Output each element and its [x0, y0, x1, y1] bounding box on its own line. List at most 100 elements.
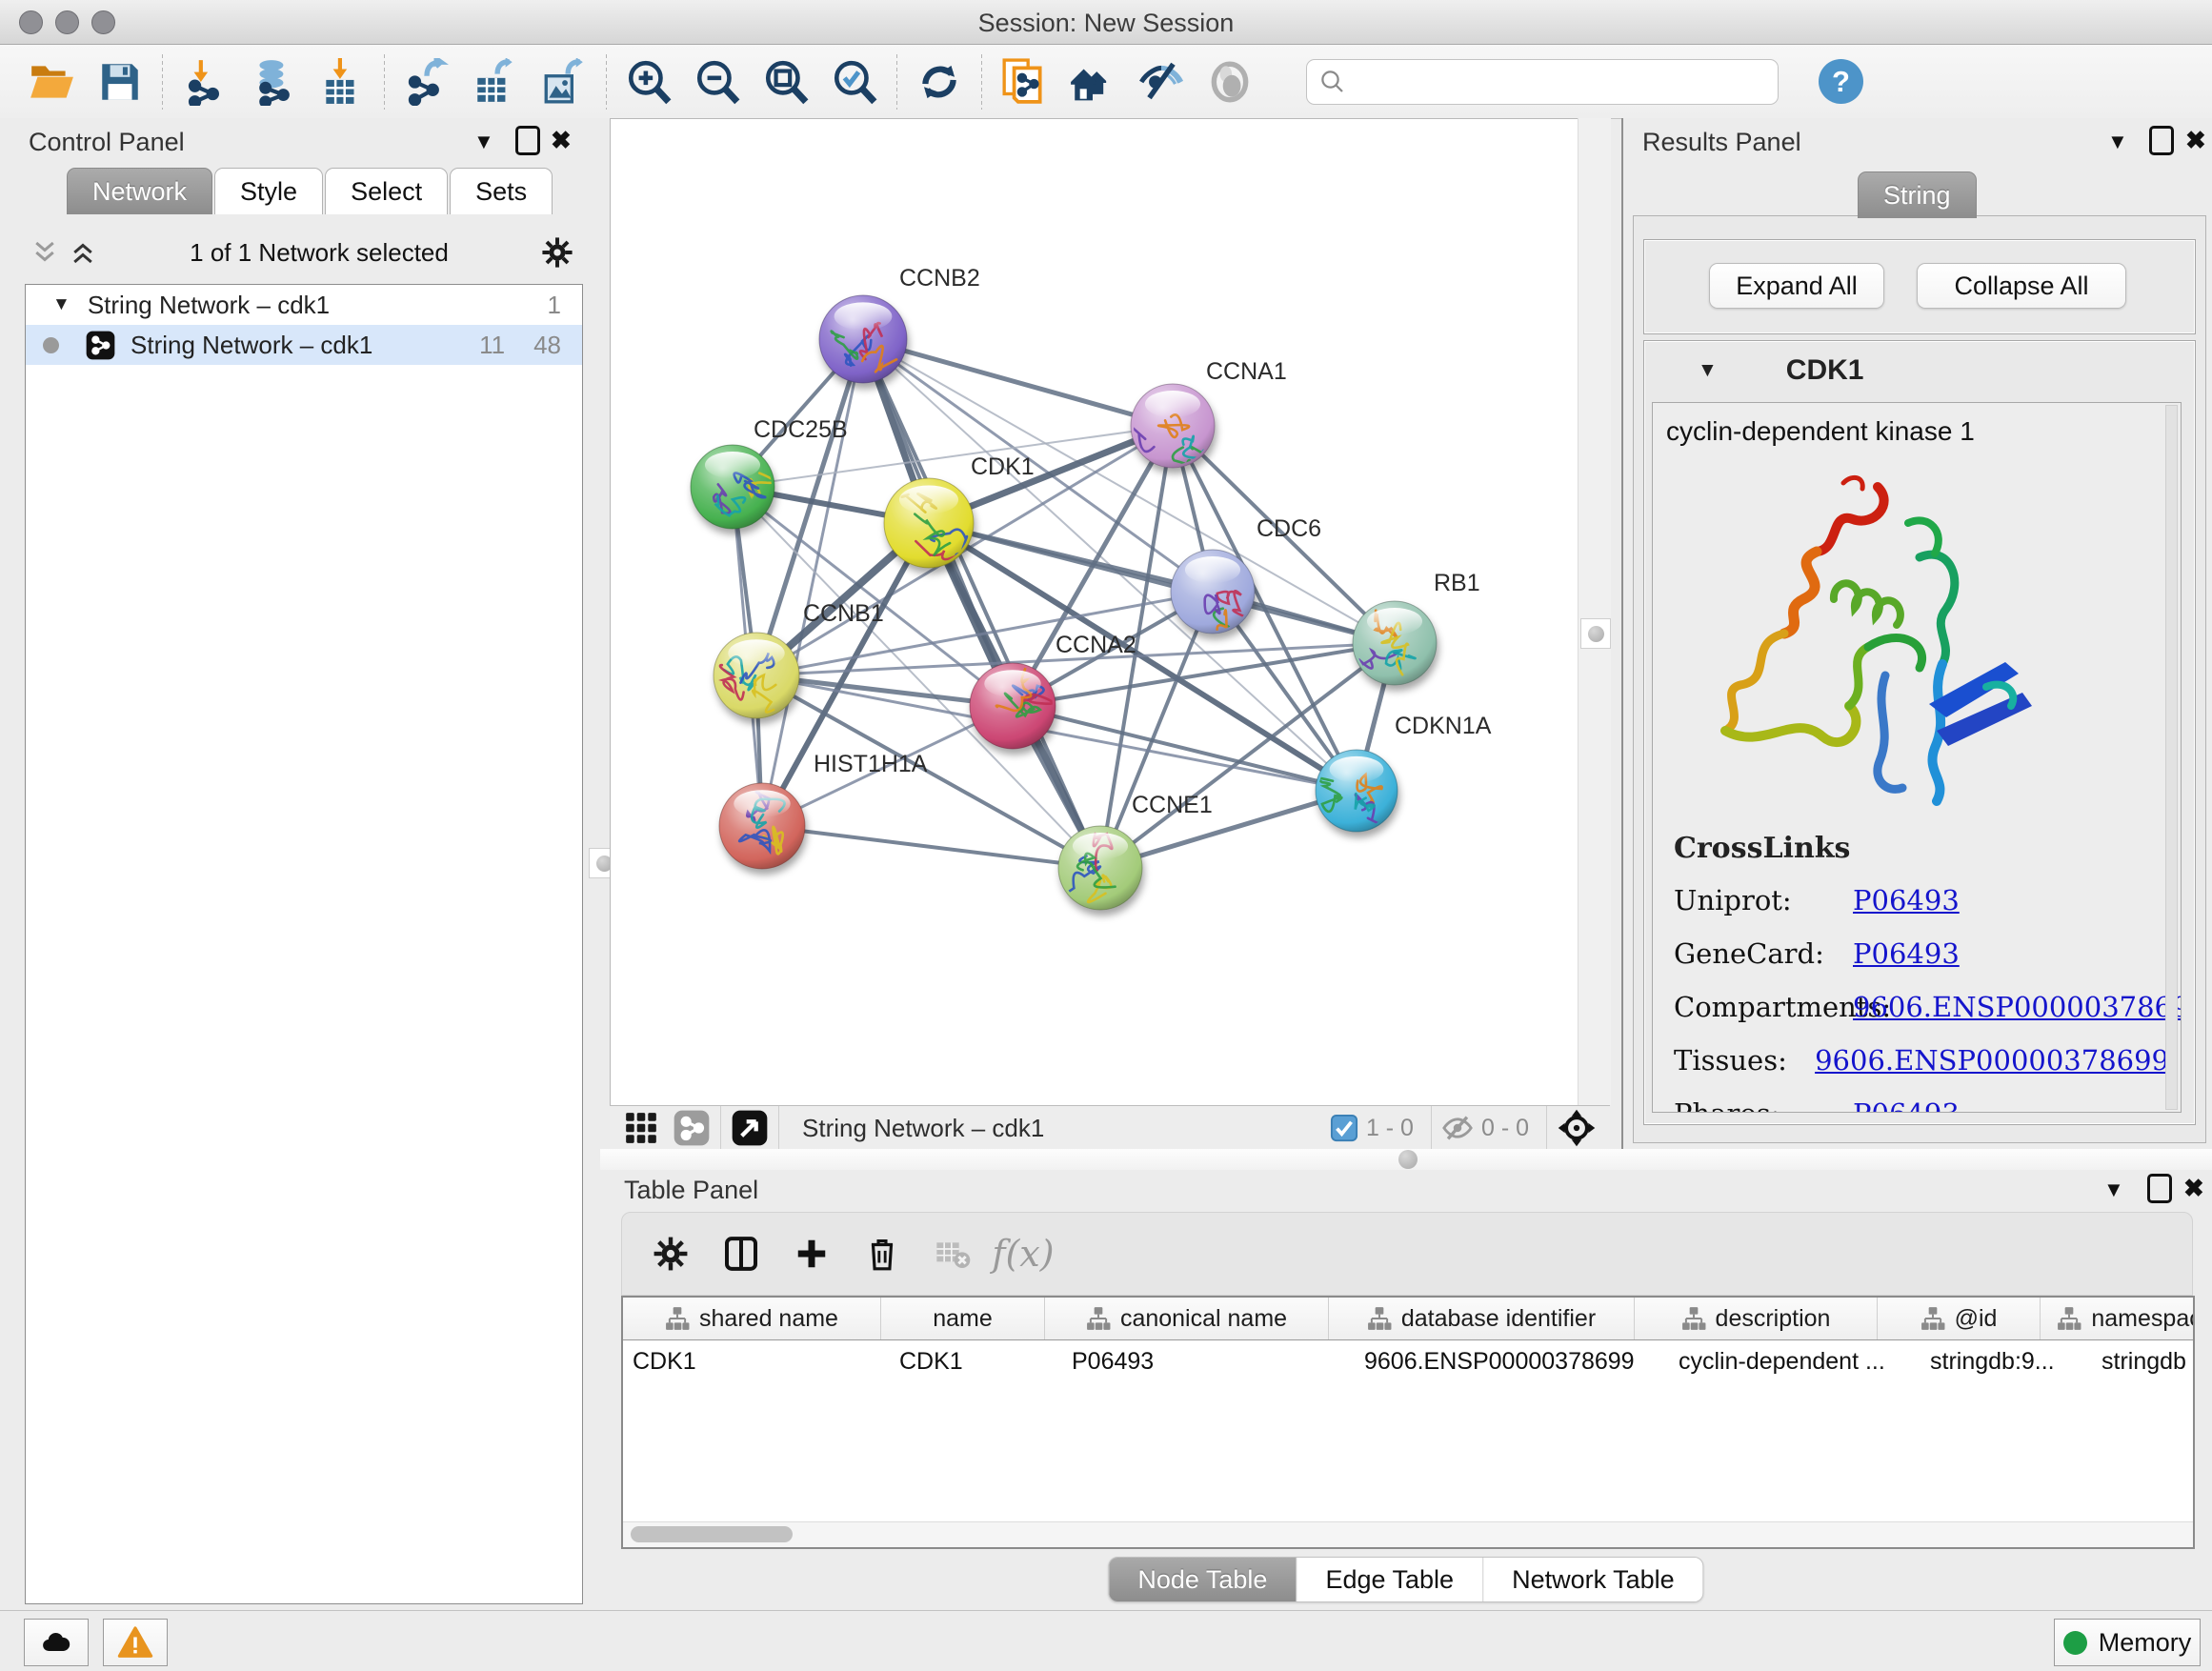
zoom-selected-button[interactable] — [820, 52, 889, 111]
node-HIST1H1A[interactable] — [719, 783, 805, 869]
network-right-splitter[interactable] — [1578, 118, 1611, 1105]
import-network-database-button[interactable] — [239, 52, 308, 111]
results-panel-close-icon[interactable]: ✖ — [2185, 128, 2206, 152]
node-CCNB2[interactable] — [819, 295, 907, 383]
table-panel-close-icon[interactable]: ✖ — [2183, 1176, 2204, 1200]
node-CCNA2[interactable] — [970, 663, 1056, 749]
control-panel-splitter[interactable] — [600, 118, 610, 1105]
add-column-button[interactable] — [776, 1220, 847, 1287]
edge-HIST1H1A-CCNE1[interactable] — [762, 826, 1100, 868]
crosslink-link[interactable]: P06493 — [1853, 1097, 1960, 1113]
gene-collapse-icon[interactable]: ▼ — [1698, 359, 1718, 382]
expand-all-icon[interactable] — [69, 238, 97, 267]
column-header-shared-name[interactable]: shared name — [623, 1298, 881, 1339]
zoom-in-button[interactable] — [614, 52, 683, 111]
table-row[interactable]: CDK1CDK1P064939606.ENSP00000378699cyclin… — [623, 1340, 2193, 1382]
crosslink-link[interactable]: P06493 — [1853, 937, 1960, 970]
node-CDKN1A[interactable] — [1316, 750, 1398, 833]
node-CDC25B[interactable] — [691, 445, 774, 529]
tab-edge-table[interactable]: Edge Table — [1297, 1558, 1483, 1601]
collapse-all-button[interactable]: Collapse All — [1917, 263, 2126, 309]
zoom-out-button[interactable] — [683, 52, 752, 111]
search-input[interactable] — [1355, 62, 1778, 102]
column-header-description[interactable]: description — [1635, 1298, 1878, 1339]
tab-node-table[interactable]: Node Table — [1109, 1558, 1297, 1601]
table-cell[interactable]: CDK1 — [890, 1340, 1062, 1382]
table-panel-menu-icon[interactable]: ▼ — [2103, 1179, 2124, 1200]
control-panel-float-icon[interactable] — [515, 126, 540, 155]
warnings-button[interactable] — [103, 1619, 168, 1666]
node-RB1[interactable] — [1353, 601, 1437, 685]
table-settings-button[interactable] — [635, 1220, 706, 1287]
column-header-database-identifier[interactable]: database identifier — [1329, 1298, 1635, 1339]
table-cell[interactable]: stringdb — [2092, 1340, 2195, 1382]
column-header-namespace[interactable]: namespace — [2041, 1298, 2195, 1339]
crosslink-link[interactable]: P06493 — [1853, 884, 1960, 916]
results-scrollbar[interactable] — [2165, 405, 2178, 1110]
results-panel-float-icon[interactable] — [2149, 126, 2174, 155]
tab-network-table[interactable]: Network Table — [1483, 1558, 1703, 1601]
results-panel-menu-icon[interactable]: ▼ — [2107, 131, 2128, 152]
import-network-file-button[interactable] — [171, 52, 239, 111]
tab-style[interactable]: Style — [214, 168, 323, 214]
network-canvas[interactable]: CCNB2CCNA1CDC25BCDK1CDC6RB1CCNB1CCNA2CDK… — [610, 118, 1579, 1106]
save-session-button[interactable] — [86, 52, 154, 111]
control-panel-menu-icon[interactable]: ▼ — [473, 131, 494, 152]
control-panel-close-icon[interactable]: ✖ — [551, 128, 572, 152]
export-image-button[interactable] — [530, 52, 598, 111]
string-import-button[interactable] — [990, 52, 1058, 111]
refresh-button[interactable] — [905, 52, 974, 111]
tab-string[interactable]: String — [1858, 171, 1977, 218]
table-horizontal-scrollbar[interactable] — [623, 1521, 2193, 1547]
network-collection-row[interactable]: ▼ String Network – cdk1 1 — [26, 285, 582, 325]
apply-function-button[interactable]: f(x) — [988, 1220, 1058, 1287]
column-header-canonical-name[interactable]: canonical name — [1045, 1298, 1329, 1339]
help-button[interactable]: ? — [1819, 59, 1863, 104]
selected-checkbox-icon[interactable] — [1330, 1114, 1358, 1142]
crosslink-link[interactable]: 9606.ENSP00000378699 — [1815, 1044, 2169, 1077]
network-graph[interactable]: CCNB2CCNA1CDC25BCDK1CDC6RB1CCNB1CCNA2CDK… — [611, 119, 1579, 1106]
column-header--id[interactable]: @id — [1878, 1298, 2041, 1339]
zoom-fit-button[interactable] — [752, 52, 820, 111]
home-button[interactable] — [1058, 52, 1127, 111]
tab-sets[interactable]: Sets — [450, 168, 553, 214]
column-header-name[interactable]: name — [881, 1298, 1045, 1339]
delete-column-button[interactable] — [847, 1220, 917, 1287]
birdseye-view-icon[interactable] — [1557, 1108, 1597, 1148]
node-table[interactable]: shared namenamecanonical namedatabase id… — [621, 1296, 2195, 1549]
crosslink-link[interactable]: 9606.ENSP00000378699 — [1853, 991, 2182, 1023]
tab-select[interactable]: Select — [325, 168, 448, 214]
expand-all-button[interactable]: Expand All — [1709, 263, 1884, 309]
splitter-handle[interactable] — [1398, 1150, 1418, 1169]
open-in-new-window-icon[interactable] — [731, 1109, 769, 1147]
table-cell[interactable]: P06493 — [1062, 1340, 1355, 1382]
network-row[interactable]: String Network – cdk1 11 48 — [26, 325, 582, 365]
table-cell[interactable]: CDK1 — [623, 1340, 890, 1382]
edge-CCNB2-CCNE1[interactable] — [863, 339, 1100, 868]
table-cell[interactable]: cyclin-dependent ... — [1669, 1340, 1920, 1382]
tab-network[interactable]: Network — [67, 168, 212, 214]
gene-section-header[interactable]: ▼ CDK1 — [1644, 341, 2195, 400]
show-panels-button[interactable] — [1196, 52, 1264, 111]
splitter-handle[interactable] — [1580, 618, 1611, 649]
grid-view-icon[interactable] — [623, 1110, 659, 1146]
node-CCNE1[interactable] — [1058, 826, 1142, 910]
export-table-button[interactable] — [461, 52, 530, 111]
open-session-button[interactable] — [17, 52, 86, 111]
node-CCNB1[interactable] — [714, 633, 799, 718]
delete-table-button[interactable] — [917, 1220, 988, 1287]
table-panel-float-icon[interactable] — [2147, 1174, 2172, 1203]
table-cell[interactable]: stringdb:9... — [1920, 1340, 2092, 1382]
node-CDK1[interactable] — [884, 478, 974, 585]
import-table-file-button[interactable] — [308, 52, 376, 111]
scrollbar-thumb[interactable] — [631, 1526, 793, 1542]
hide-panels-button[interactable] — [1127, 52, 1196, 111]
export-network-button[interactable] — [392, 52, 461, 111]
collection-expand-icon[interactable]: ▼ — [52, 294, 70, 315]
network-options-gear-icon[interactable] — [541, 236, 573, 269]
cloud-status-button[interactable] — [24, 1619, 89, 1666]
show-columns-button[interactable] — [706, 1220, 776, 1287]
memory-button[interactable]: Memory — [2054, 1619, 2201, 1666]
share-view-icon[interactable] — [673, 1109, 711, 1147]
table-cell[interactable]: 9606.ENSP00000378699 — [1355, 1340, 1669, 1382]
